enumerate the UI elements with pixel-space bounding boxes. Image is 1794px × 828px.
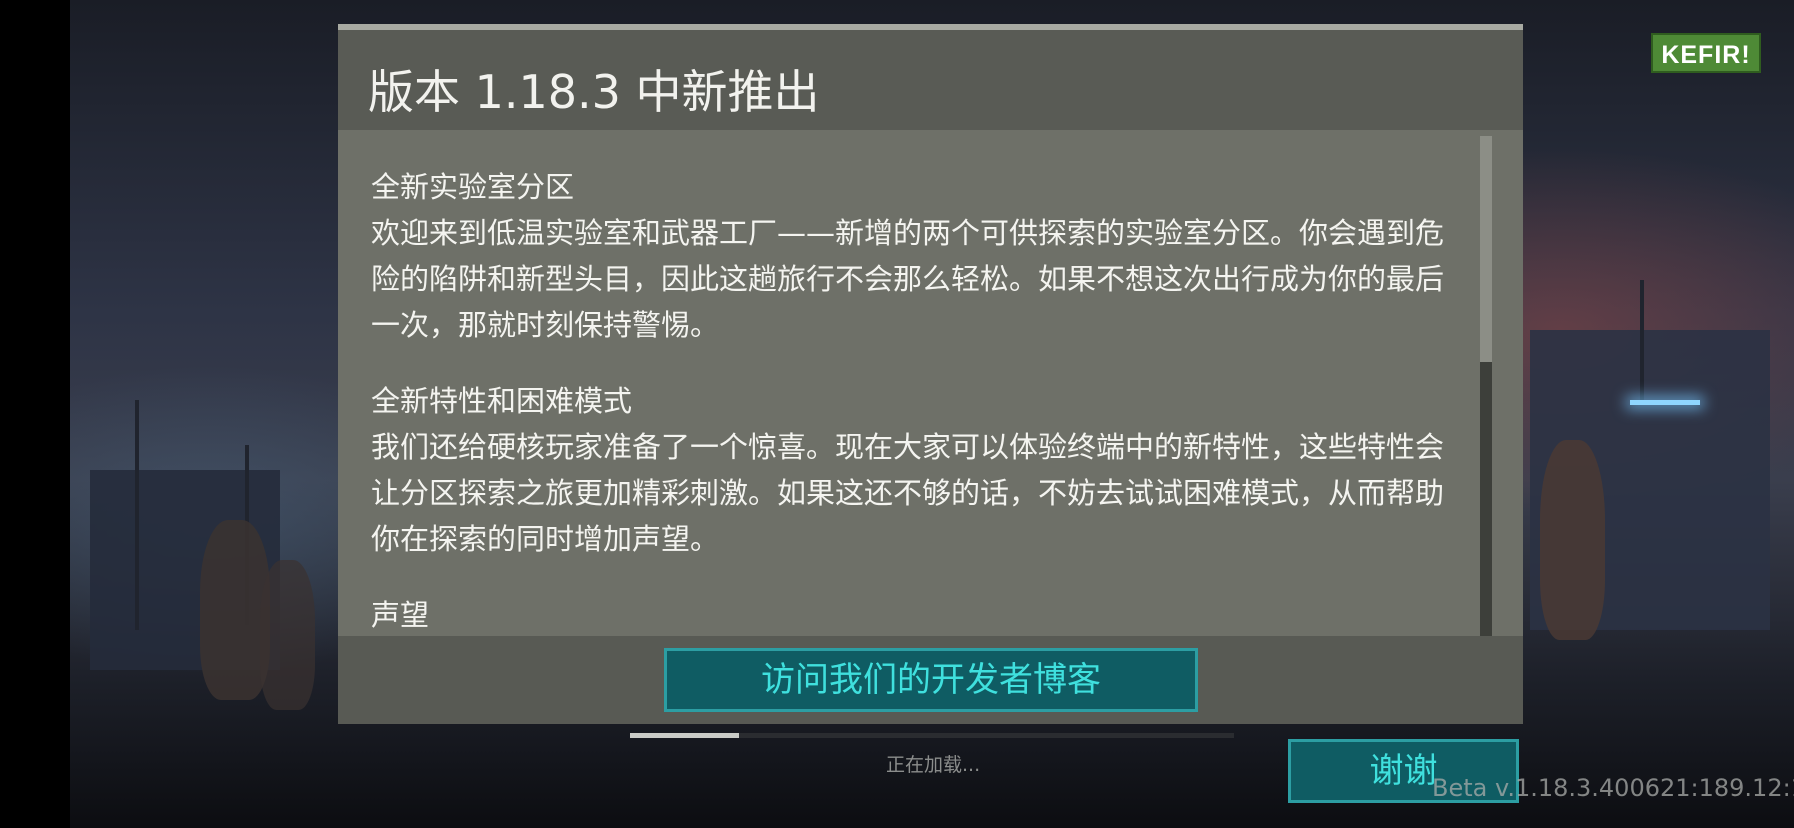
changelog-section: 全新实验室分区 欢迎来到低温实验室和武器工厂——新增的两个可供探索的实验室分区。… xyxy=(371,164,1471,348)
section-heading: 全新特性和困难模式 xyxy=(371,384,633,418)
background-pole xyxy=(1640,280,1644,400)
changelog-section: 全新特性和困难模式 我们还给硬核玩家准备了一个惊喜。现在大家可以体验终端中的新特… xyxy=(371,378,1471,562)
background-pole xyxy=(135,400,139,630)
changelog-content: 全新实验室分区 欢迎来到低温实验室和武器工厂——新增的两个可供探索的实验室分区。… xyxy=(371,164,1471,654)
section-heading: 全新实验室分区 xyxy=(371,170,575,204)
background-zombie xyxy=(1540,440,1605,640)
game-screen: KEFIR! 版本 1.18.3 中新推出 全新实验室分区 欢迎来到低温实验室和… xyxy=(0,0,1794,828)
section-heading: 声望 xyxy=(371,598,430,632)
dialog-header: 版本 1.18.3 中新推出 xyxy=(338,30,1523,130)
visit-dev-blog-button[interactable]: 访问我们的开发者博客 xyxy=(664,648,1198,712)
changelog-section: 声望 xyxy=(371,592,1471,638)
background-lamp xyxy=(1630,400,1700,405)
loading-progress-bar xyxy=(630,733,1234,738)
background-zombie xyxy=(260,560,315,710)
section-text: 我们还给硬核玩家准备了一个惊喜。现在大家可以体验终端中的新特性，这些特性会让分区… xyxy=(371,430,1445,556)
dialog-title: 版本 1.18.3 中新推出 xyxy=(368,65,820,119)
scrollbar-thumb[interactable] xyxy=(1480,136,1492,362)
dialog-scroll-area[interactable]: 全新实验室分区 欢迎来到低温实验室和武器工厂——新增的两个可供探索的实验室分区。… xyxy=(338,130,1523,654)
whats-new-dialog: 版本 1.18.3 中新推出 全新实验室分区 欢迎来到低温实验室和武器工厂——新… xyxy=(338,24,1523,724)
dialog-footer: 访问我们的开发者博客 xyxy=(338,636,1523,724)
letterbox-left xyxy=(0,0,70,828)
loading-progress-fill xyxy=(630,733,739,738)
loading-text: 正在加载... xyxy=(886,754,981,776)
kefir-logo: KEFIR! xyxy=(1651,33,1761,73)
version-label: Beta v.1.18.3.400621:189.12:15 xyxy=(1432,774,1794,802)
section-text: 欢迎来到低温实验室和武器工厂——新增的两个可供探索的实验室分区。你会遇到危险的陷… xyxy=(371,216,1445,342)
scrollbar[interactable] xyxy=(1480,136,1492,636)
